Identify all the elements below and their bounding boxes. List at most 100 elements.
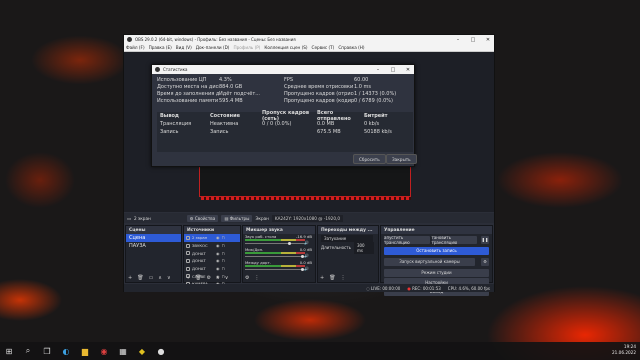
- visibility-icon[interactable]: ◉: [216, 243, 220, 248]
- audio-mixer-dock: Микшер звука Звук раб. стола -16.9 dB 🔊 …: [242, 225, 316, 283]
- delete-icon[interactable]: 🗑: [195, 275, 201, 281]
- menu-docks[interactable]: Док-панели (D): [196, 45, 230, 50]
- up-icon[interactable]: ∧: [158, 275, 162, 281]
- source-label: ЗВУКОС: [192, 243, 208, 249]
- visibility-icon[interactable]: ◉: [216, 258, 220, 263]
- lock-icon[interactable]: ⊓: [222, 266, 225, 271]
- volume-slider[interactable]: [245, 268, 305, 270]
- source-item[interactable]: 2 экран ◉ ⊓: [184, 234, 240, 242]
- add-icon[interactable]: +: [128, 275, 132, 281]
- pause-icon[interactable]: ❚❚: [481, 235, 489, 244]
- menu-scene-collection[interactable]: Коллекция сцен (S): [264, 45, 307, 50]
- live-status: ◌ LIVE: 00:00:00: [366, 285, 401, 291]
- studio-mode-button[interactable]: Режим студии: [384, 268, 489, 277]
- menu-file[interactable]: Файл (F): [126, 45, 145, 50]
- lock-icon[interactable]: ⊓: [222, 251, 225, 256]
- chrome-icon[interactable]: ◉: [99, 346, 109, 356]
- add-icon[interactable]: +: [320, 275, 324, 281]
- search-icon[interactable]: ⌕: [23, 346, 33, 356]
- maximize-icon[interactable]: □: [387, 67, 399, 73]
- visibility-icon[interactable]: ◉: [216, 251, 220, 256]
- delete-icon[interactable]: 🗑: [137, 275, 143, 281]
- scene-item[interactable]: ПАУЗА: [126, 242, 181, 250]
- add-icon[interactable]: +: [186, 275, 190, 281]
- speaker-icon[interactable]: 🔊: [304, 240, 309, 245]
- controls-title: Управление: [381, 226, 492, 234]
- speaker-icon[interactable]: 🔊: [304, 266, 309, 271]
- stat-value: 0 / 6789 (0.0%): [354, 97, 393, 104]
- lock-icon[interactable]: ⊓: [222, 243, 225, 248]
- more-icon[interactable]: ⋮: [254, 275, 259, 281]
- volume-slider[interactable]: [245, 255, 305, 257]
- up-icon[interactable]: ∧: [216, 275, 220, 281]
- virtual-camera-button[interactable]: Запуск виртуальной камеры: [384, 257, 475, 266]
- store-icon[interactable]: ▦: [118, 346, 128, 356]
- source-item[interactable]: ДОНАТ ◉ ⊓: [184, 265, 240, 273]
- menu-edit[interactable]: Правка (E): [149, 45, 172, 50]
- start-stream-button[interactable]: апустить трансляцию: [384, 235, 430, 245]
- windows-start-icon[interactable]: ⊞: [4, 346, 14, 356]
- stop-recording-button[interactable]: Остановить запись: [384, 246, 489, 255]
- table-cell: 0.0 MB: [317, 121, 335, 127]
- scene-item[interactable]: Сцена: [126, 234, 181, 242]
- edge-icon[interactable]: ◐: [61, 346, 71, 356]
- output-table: Вывод Состояние Пропуск кадров (сеть) Вс…: [157, 110, 413, 152]
- volume-meter: [245, 252, 305, 254]
- minimize-icon[interactable]: –: [372, 67, 384, 73]
- table-row: Трансляция Неактивна 0 / 0 (0.0%) 0.0 MB…: [157, 120, 413, 128]
- speaker-icon[interactable]: 🔊: [304, 253, 309, 258]
- gear-icon[interactable]: ⚙: [245, 275, 249, 281]
- screen-select[interactable]: KA242Y: 1920x1080 @ -1920,0: [271, 214, 343, 222]
- minimize-icon[interactable]: –: [452, 37, 464, 43]
- source-item[interactable]: ДОНАТ ◉ ⊓: [184, 249, 240, 257]
- task-view-icon[interactable]: ❐: [42, 346, 52, 356]
- selected-source-name: 2 экран: [133, 215, 151, 221]
- visibility-icon[interactable]: ◉: [216, 266, 220, 271]
- gear-icon[interactable]: ⚙: [207, 275, 211, 281]
- stat-label: Среднее время отрисовки кадра: [284, 84, 354, 91]
- close-icon[interactable]: ✕: [482, 37, 494, 43]
- volume-slider[interactable]: [245, 242, 305, 244]
- menu-view[interactable]: Вид (V): [176, 45, 192, 50]
- stop-stream-button[interactable]: тановить трансляцию: [431, 235, 477, 245]
- monitor-icon: ▭: [127, 215, 131, 221]
- more-icon[interactable]: ⋮: [341, 275, 346, 281]
- system-tray[interactable]: 19:24 21.06.2022: [612, 344, 636, 356]
- maximize-icon[interactable]: □: [467, 37, 479, 43]
- status-bar: ◌ LIVE: 00:00:00 ● REC: 00:01:53 CPU: 4.…: [124, 284, 494, 292]
- column-header: Вывод: [160, 113, 179, 119]
- duration-field[interactable]: 300 ms: [353, 241, 374, 254]
- visibility-icon[interactable]: ◉: [216, 235, 220, 240]
- stat-value: 884.0 GB: [219, 84, 243, 91]
- batman-app-icon[interactable]: ◆: [137, 346, 147, 356]
- properties-button[interactable]: ⚙ Свойства: [186, 214, 219, 222]
- delete-icon[interactable]: 🗑: [329, 275, 335, 281]
- stat-label: Пропущено кадров (кодирование): [284, 97, 354, 104]
- source-item[interactable]: ЗВУКОС ◉ ⊓: [184, 242, 240, 250]
- filters-button[interactable]: ▤ Фильтры: [221, 214, 253, 222]
- filter-icon[interactable]: ▭: [149, 275, 154, 281]
- dialog-title-bar: Статистика – □ ✕: [152, 65, 414, 74]
- clock-date: 21.06.2022: [612, 350, 636, 355]
- reset-button[interactable]: Сбросить: [353, 154, 386, 164]
- gear-icon[interactable]: ⚙: [481, 257, 489, 266]
- menu-profile[interactable]: Профиль (P): [233, 45, 260, 50]
- column-header: Битрейт: [364, 113, 388, 119]
- audio-source-icon: [186, 243, 190, 248]
- table-cell: 50188 kb/s: [364, 129, 392, 135]
- transitions-dock: Переходы между ... Затухание Длительност…: [317, 225, 379, 283]
- down-icon[interactable]: ∨: [225, 275, 229, 281]
- close-icon[interactable]: ✕: [402, 67, 414, 73]
- screen-label: Экран: [255, 215, 269, 221]
- lock-icon[interactable]: ⊓: [222, 258, 225, 263]
- menu-help[interactable]: Справка (H): [338, 45, 364, 50]
- source-item[interactable]: ДОНАТ ◉ ⊓: [184, 257, 240, 265]
- menu-tools[interactable]: Сервис (T): [312, 45, 335, 50]
- close-button[interactable]: Закрыть: [386, 154, 417, 164]
- explorer-icon[interactable]: ▆: [80, 346, 90, 356]
- volume-knob[interactable]: [288, 241, 291, 245]
- obs-taskbar-icon[interactable]: ●: [156, 346, 166, 356]
- lock-icon[interactable]: ⊓: [222, 235, 225, 240]
- selection-border-bottom: [201, 197, 411, 200]
- down-icon[interactable]: ∨: [167, 275, 171, 281]
